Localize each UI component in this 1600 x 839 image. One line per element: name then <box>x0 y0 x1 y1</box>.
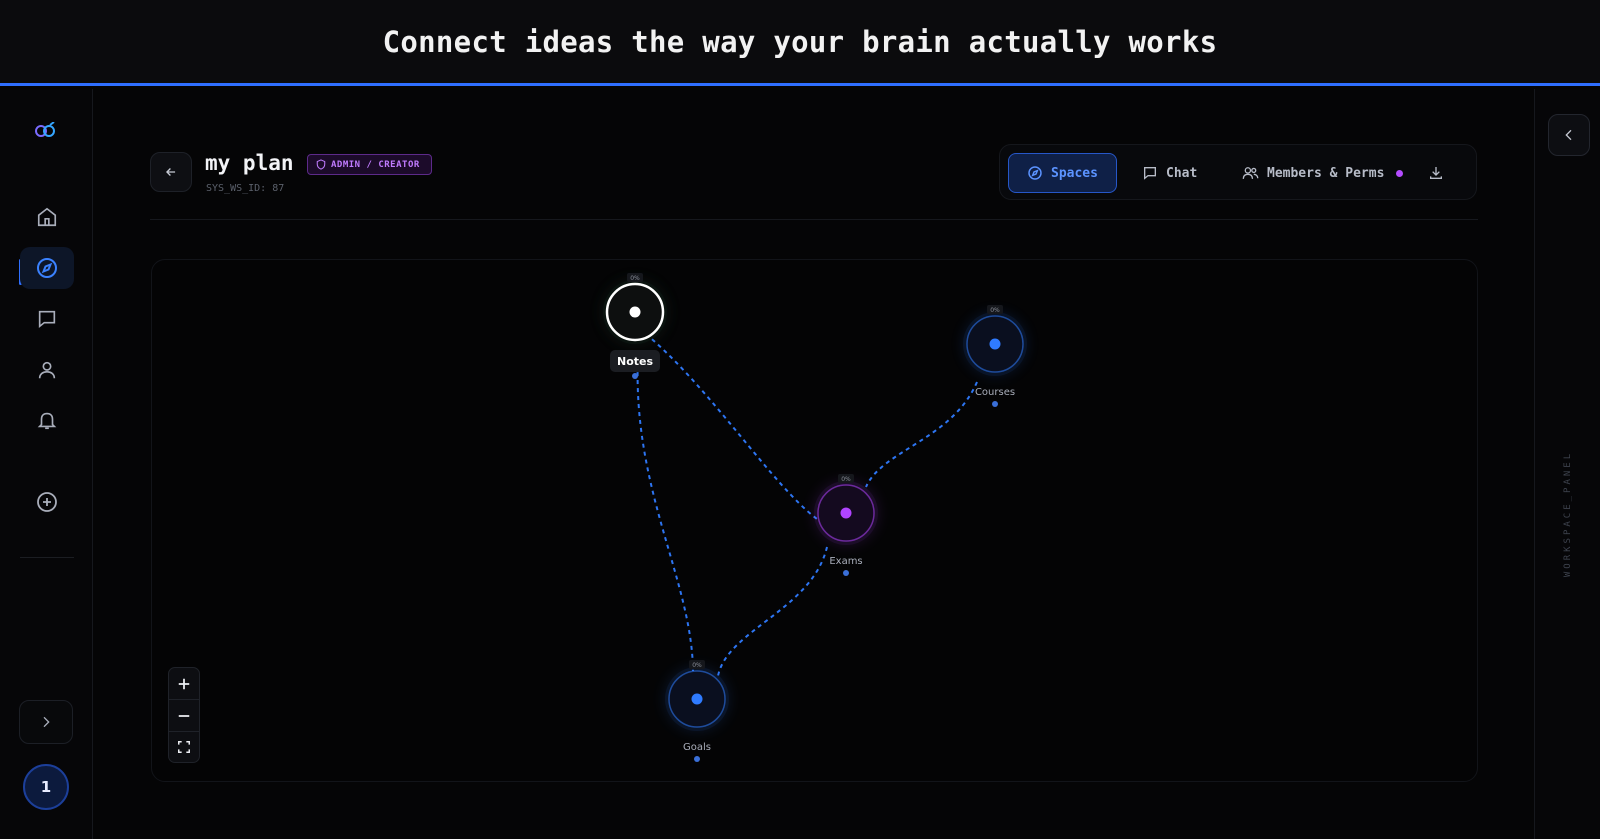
graph-node-notes[interactable]: 0% Notes <box>603 273 667 379</box>
message-icon <box>1144 167 1156 180</box>
edge-notes-exams <box>645 333 818 520</box>
toggle-panel-button[interactable] <box>1548 114 1590 156</box>
chevron-left-icon <box>1565 129 1572 141</box>
graph-node-goals[interactable]: 0% Goals <box>665 660 729 762</box>
graph-canvas[interactable]: 0% Notes 0% Courses 0% Exams 0% Goals <box>151 259 1478 782</box>
back-button[interactable] <box>150 152 192 192</box>
sidebar-item-chat[interactable] <box>20 298 74 340</box>
top-banner: Connect ideas the way your brain actuall… <box>0 0 1600 86</box>
node-progress-label: 0% <box>990 307 1000 314</box>
node-core <box>629 306 641 318</box>
header-divider <box>150 219 1478 220</box>
logo-icon <box>35 121 55 137</box>
node-progress-label: 0% <box>841 476 851 483</box>
app-logo[interactable] <box>30 121 62 150</box>
fullscreen-icon <box>178 740 190 753</box>
shield-icon <box>316 159 326 170</box>
user-icon <box>38 361 56 379</box>
tab-spaces-label: Spaces <box>1051 165 1098 181</box>
workspace-panel: WORKSPACE_PANEL <box>1534 89 1600 839</box>
download-icon <box>1430 167 1442 179</box>
graph-node-exams[interactable]: 0% Exams <box>814 474 878 576</box>
node-handle[interactable] <box>694 756 700 762</box>
node-progress-label: 0% <box>692 662 702 669</box>
tab-spaces[interactable]: Spaces <box>1008 153 1117 193</box>
zoom-out-button[interactable] <box>169 700 199 731</box>
fit-view-button[interactable] <box>169 731 199 762</box>
workspace-title: my plan <box>205 151 294 175</box>
arrow-left-icon <box>166 168 176 176</box>
node-handle[interactable] <box>632 373 638 379</box>
home-icon <box>37 207 57 227</box>
zoom-in-button[interactable] <box>169 668 199 699</box>
sidebar-item-spaces[interactable] <box>20 247 74 289</box>
plus-icon <box>178 678 190 689</box>
sidebar-item-notifications[interactable] <box>20 399 74 441</box>
node-core <box>840 507 852 519</box>
minus-icon <box>178 714 190 717</box>
edge-notes-goals <box>636 355 694 672</box>
role-badge: ADMIN / CREATOR <box>307 154 432 175</box>
download-button[interactable] <box>1428 153 1444 193</box>
tab-members-label: Members & Perms <box>1267 165 1385 181</box>
compass-icon <box>1028 166 1042 180</box>
zoom-controls <box>168 667 200 763</box>
sidebar-item-home[interactable] <box>20 196 74 238</box>
graph-svg: 0% Notes 0% Courses 0% Exams 0% Goals <box>603 273 1027 762</box>
avatar[interactable]: 1 <box>23 764 69 810</box>
node-handle[interactable] <box>992 401 998 407</box>
node-progress-label: 0% <box>630 275 640 282</box>
workspace-toolbar: Spaces Chat Members & Perms <box>999 144 1477 200</box>
node-label: Notes <box>617 355 653 368</box>
workspace-id: SYS_WS_ID: 87 <box>206 183 285 194</box>
panel-label: WORKSPACE_PANEL <box>1563 450 1573 578</box>
message-icon <box>38 310 56 329</box>
notification-dot <box>1396 169 1404 177</box>
sidebar: 1 <box>0 89 93 839</box>
node-core <box>989 338 1001 350</box>
edge-exams-goals <box>717 546 828 677</box>
banner-title: Connect ideas the way your brain actuall… <box>382 24 1218 59</box>
sidebar-item-create[interactable] <box>20 481 74 523</box>
plus-circle-icon <box>37 492 57 512</box>
edge-courses-exams <box>865 381 978 488</box>
node-label: Exams <box>829 556 862 567</box>
role-badge-label: ADMIN / CREATOR <box>331 159 420 170</box>
node-core <box>691 693 703 705</box>
node-handle[interactable] <box>843 570 849 576</box>
tab-members[interactable]: Members & Perms <box>1242 153 1404 193</box>
nav-divider <box>20 557 74 558</box>
expand-sidebar-button[interactable] <box>19 700 73 744</box>
users-icon <box>1242 167 1259 179</box>
compass-icon <box>37 258 57 278</box>
sidebar-item-profile[interactable] <box>20 349 74 391</box>
chevron-right-icon <box>43 716 50 728</box>
bell-icon <box>37 412 57 430</box>
tab-chat[interactable]: Chat <box>1142 153 1197 193</box>
tab-chat-label: Chat <box>1166 165 1198 181</box>
node-label: Goals <box>683 742 711 753</box>
node-label: Courses <box>975 387 1015 398</box>
